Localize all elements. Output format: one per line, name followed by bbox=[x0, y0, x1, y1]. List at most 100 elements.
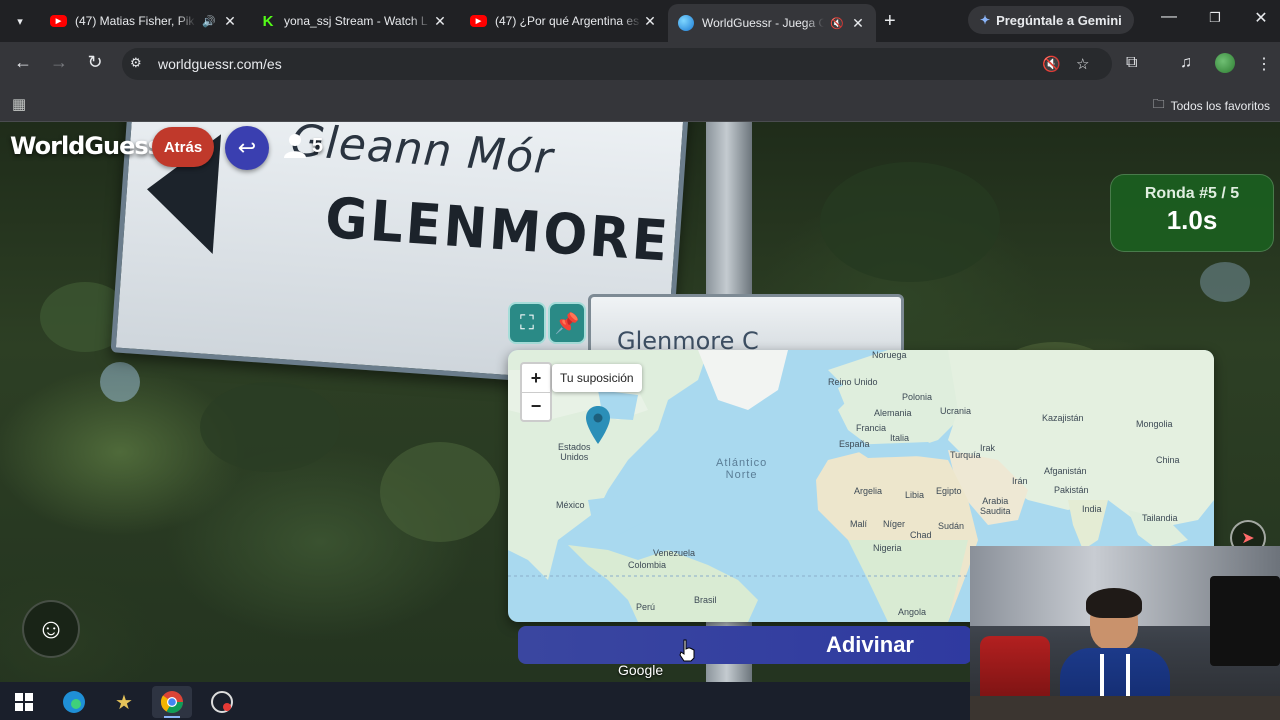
map-label: China bbox=[1156, 455, 1180, 465]
muted-site-icon[interactable]: 🔇 bbox=[1042, 55, 1061, 73]
start-button[interactable] bbox=[4, 686, 44, 718]
map-label: Ucrania bbox=[940, 406, 972, 416]
map-label: Tailandia bbox=[1142, 513, 1178, 523]
map-zoom-control: + − bbox=[520, 362, 552, 422]
profile-avatar[interactable] bbox=[1215, 53, 1235, 73]
browser-tab-1[interactable]: ▶ (47) Matias Fisher, Pik 🔊 ✕ bbox=[40, 6, 248, 36]
tab-title: (47) ¿Por qué Argentina es bbox=[495, 14, 640, 28]
map-label: Malí bbox=[850, 519, 868, 529]
close-tab-icon[interactable]: ✕ bbox=[850, 15, 866, 32]
star-app-icon: ★ bbox=[115, 691, 133, 714]
webcam-monitor bbox=[1210, 576, 1280, 666]
speaker-icon[interactable]: 🔊 bbox=[202, 15, 216, 28]
forward-nav-button[interactable]: → bbox=[47, 52, 71, 73]
map-label: Nigeria bbox=[873, 543, 902, 553]
tab-search-button[interactable]: ▾ bbox=[8, 9, 32, 33]
round-timer-box: Ronda #5 / 5 1.0s bbox=[1110, 174, 1274, 252]
map-label: Polonia bbox=[902, 392, 933, 402]
guess-button[interactable]: Adivinar bbox=[518, 626, 972, 664]
map-label: Pakistán bbox=[1054, 485, 1089, 495]
taskbar-app[interactable]: ★ bbox=[104, 686, 144, 718]
restore-button[interactable]: ❐ bbox=[1200, 10, 1230, 26]
minimize-button[interactable]: — bbox=[1154, 8, 1184, 26]
map-label: Mongolia bbox=[1136, 419, 1173, 429]
bookmark-star-icon[interactable]: ☆ bbox=[1076, 55, 1089, 73]
return-to-start-button[interactable]: ↩ bbox=[225, 126, 269, 170]
map-label: Estados Unidos bbox=[558, 442, 591, 462]
map-label: Venezuela bbox=[653, 548, 696, 558]
map-label: Argelia bbox=[854, 486, 883, 496]
taskbar-chrome[interactable] bbox=[152, 686, 192, 718]
close-tab-icon[interactable]: ✕ bbox=[222, 13, 238, 30]
close-tab-icon[interactable]: ✕ bbox=[642, 13, 658, 30]
tab-title: (47) Matias Fisher, Pik bbox=[75, 14, 195, 28]
zoom-in-button[interactable]: + bbox=[522, 364, 550, 392]
browser-tab-active[interactable]: WorldGuessr - Juega G 🔇 ✕ bbox=[668, 4, 876, 42]
hand-cursor-icon bbox=[679, 639, 695, 662]
browser-toolbar: ← → ↻ ⚙ worldguessr.com/es 🔇 ☆ ⧉ ♫ ⋮ bbox=[0, 42, 1280, 86]
close-tab-icon[interactable]: ✕ bbox=[432, 13, 448, 30]
guess-marker-icon[interactable] bbox=[586, 406, 610, 444]
players-count: 5 bbox=[284, 134, 323, 158]
all-bookmarks-button[interactable]: 🗀 Todos los favoritos bbox=[1153, 95, 1270, 116]
round-label: Ronda #5 / 5 bbox=[1144, 185, 1240, 202]
google-attribution: Google bbox=[618, 662, 664, 678]
chrome-icon bbox=[160, 691, 183, 713]
map-label: Atlántico Norte bbox=[716, 457, 768, 481]
gemini-label: Pregúntale a Gemini bbox=[996, 12, 1122, 28]
worldguessr-logo[interactable]: WorldGuessr bbox=[10, 132, 173, 160]
url-text[interactable]: worldguessr.com/es bbox=[158, 56, 282, 72]
foliage bbox=[820, 162, 1000, 282]
map-label: Noruega bbox=[872, 350, 907, 360]
foliage bbox=[200, 382, 340, 472]
site-info-icon[interactable]: ⚙ bbox=[130, 55, 142, 71]
more-menu-icon[interactable]: ⋮ bbox=[1256, 54, 1272, 74]
fullscreen-icon: ⛶ bbox=[520, 311, 534, 334]
media-control-icon[interactable]: ♫ bbox=[1180, 54, 1192, 72]
youtube-icon: ▶ bbox=[50, 15, 67, 27]
reload-button[interactable]: ↻ bbox=[83, 52, 107, 73]
taskbar-obs[interactable] bbox=[202, 686, 242, 718]
map-label: Chad bbox=[910, 530, 932, 540]
expand-map-button[interactable]: ⛶ bbox=[508, 302, 546, 344]
address-bar[interactable]: ⚙ worldguessr.com/es 🔇 ☆ bbox=[122, 48, 1112, 80]
map-label: Afganistán bbox=[1044, 466, 1087, 476]
desk bbox=[970, 696, 1280, 720]
folder-icon: 🗀 bbox=[1152, 97, 1165, 111]
edge-icon bbox=[63, 691, 85, 713]
close-window-button[interactable]: ✕ bbox=[1246, 8, 1276, 28]
taskbar-edge[interactable] bbox=[54, 686, 94, 718]
zoom-out-button[interactable]: − bbox=[522, 392, 550, 420]
muted-icon[interactable]: 🔇 bbox=[830, 17, 844, 30]
guess-tooltip: Tu suposición bbox=[552, 364, 642, 392]
map-label: Perú bbox=[636, 602, 656, 612]
globe-icon bbox=[678, 15, 694, 31]
emote-button[interactable]: ☺ bbox=[22, 600, 80, 658]
gemini-button[interactable]: ✦ Pregúntale a Gemini bbox=[968, 6, 1134, 34]
gemini-sparkle-icon: ✦ bbox=[980, 13, 991, 27]
browser-tab-bar: ▾ ▶ (47) Matias Fisher, Pik 🔊 ✕ K yona_s… bbox=[0, 0, 1280, 42]
new-tab-button[interactable]: + bbox=[884, 10, 896, 33]
extensions-icon[interactable]: ⧉ bbox=[1126, 54, 1137, 72]
streamer-hair bbox=[1086, 588, 1142, 618]
bookmarks-bar: ▦ 🗀 Todos los favoritos bbox=[0, 86, 1280, 122]
map-label: Reino Unido bbox=[828, 377, 878, 387]
map-label: Brasil bbox=[694, 595, 717, 605]
back-nav-button[interactable]: ← bbox=[11, 52, 35, 73]
back-button[interactable]: Atrás bbox=[152, 127, 214, 167]
windows-logo-icon bbox=[15, 693, 33, 711]
map-label: Libia bbox=[905, 490, 925, 500]
sign-irish-text: Gleann Mór bbox=[288, 122, 555, 185]
map-label: Colombia bbox=[628, 560, 667, 570]
browser-tab-2[interactable]: K yona_ssj Stream - Watch L ✕ bbox=[250, 6, 458, 36]
youtube-icon: ▶ bbox=[470, 15, 487, 27]
map-label: México bbox=[556, 500, 585, 510]
browser-tab-3[interactable]: ▶ (47) ¿Por qué Argentina es ✕ bbox=[460, 6, 668, 36]
return-arrow-icon: ↩ bbox=[237, 135, 257, 160]
apps-grid-icon[interactable]: ▦ bbox=[12, 95, 26, 113]
pin-map-button[interactable]: 📌 bbox=[548, 302, 586, 344]
players-count-value: 5 bbox=[312, 134, 324, 157]
all-bookmarks-label: Todos los favoritos bbox=[1170, 98, 1270, 113]
user-icon bbox=[284, 134, 306, 158]
map-label: Arabia Saudita bbox=[980, 496, 1011, 516]
